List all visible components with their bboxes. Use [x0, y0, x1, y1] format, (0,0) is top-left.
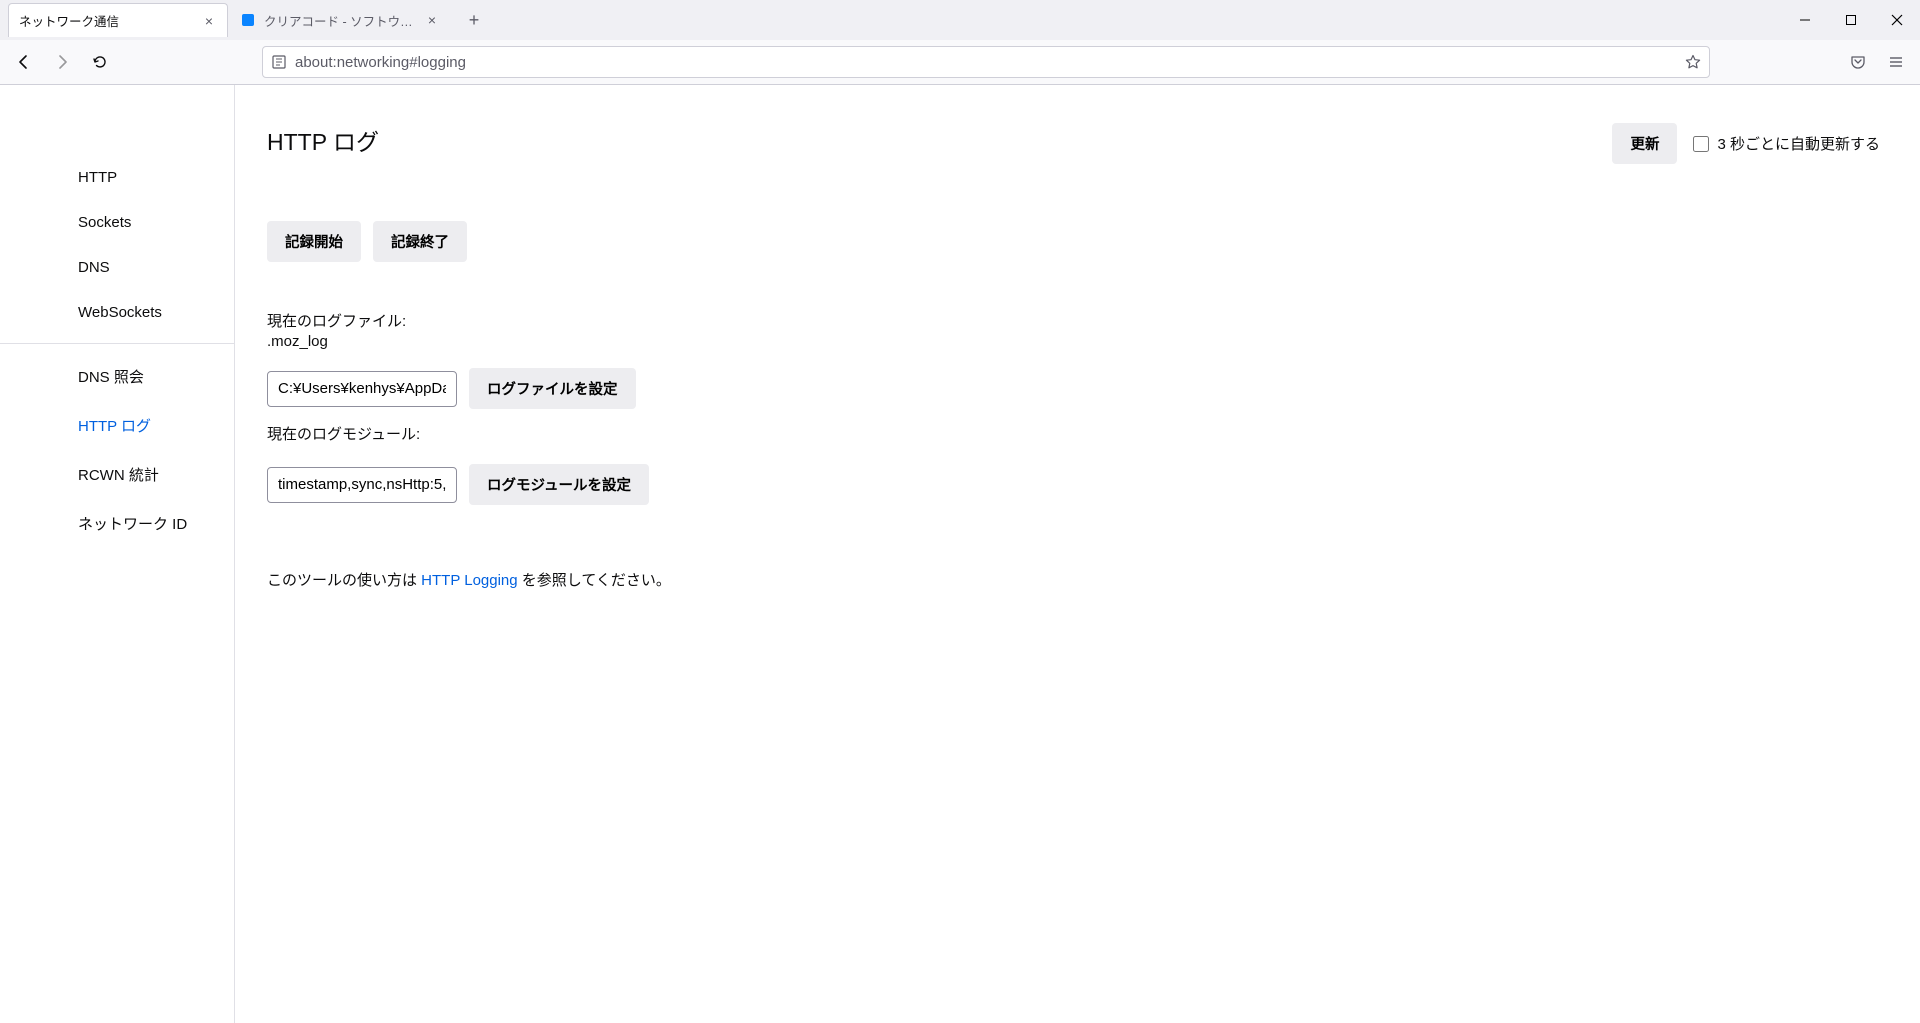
- http-logging-link[interactable]: HTTP Logging: [421, 572, 517, 589]
- sidebar-item-network-id[interactable]: ネットワーク ID: [0, 499, 234, 548]
- record-buttons: 記録開始 記録終了: [267, 221, 1880, 262]
- sidebar-item-http-log[interactable]: HTTP ログ: [0, 401, 234, 450]
- maximize-icon: [1845, 14, 1857, 26]
- forward-button[interactable]: [46, 46, 78, 78]
- sidebar-item-http[interactable]: HTTP: [0, 155, 234, 200]
- close-window-button[interactable]: [1874, 0, 1920, 40]
- log-modules-row: ログモジュールを設定: [267, 464, 1880, 505]
- hamburger-icon: [1888, 54, 1904, 70]
- auto-refresh-label: 3 秒ごとに自動更新する: [1717, 133, 1880, 154]
- tab-strip: ネットワーク通信 × クリアコード - ソフトウェアの開発・技 × +: [0, 0, 1920, 40]
- bookmark-star-icon[interactable]: [1685, 54, 1701, 70]
- sidebar-item-websockets[interactable]: WebSockets: [0, 290, 234, 335]
- current-log-file-label: 現在のログファイル:: [267, 310, 1880, 331]
- current-log-file-value: .moz_log: [267, 333, 1880, 350]
- sidebar-separator: [0, 343, 234, 344]
- reload-icon: [92, 54, 108, 70]
- new-tab-button[interactable]: +: [458, 4, 490, 36]
- current-log-modules-label: 現在のログモジュール:: [267, 423, 1880, 444]
- page-body: HTTP Sockets DNS WebSockets DNS 照会 HTTP …: [0, 85, 1920, 1023]
- close-icon[interactable]: ×: [424, 12, 440, 28]
- tab-title: クリアコード - ソフトウェアの開発・技: [264, 11, 416, 30]
- help-text-after: を参照してください。: [518, 572, 671, 589]
- back-button[interactable]: [8, 46, 40, 78]
- start-logging-button[interactable]: 記録開始: [267, 221, 361, 262]
- sidebar-group-1: HTTP Sockets DNS WebSockets: [0, 155, 234, 335]
- reload-button[interactable]: [84, 46, 116, 78]
- arrow-left-icon: [16, 54, 32, 70]
- help-text: このツールの使い方は HTTP Logging を参照してください。: [267, 569, 1880, 590]
- log-file-input[interactable]: [267, 371, 457, 407]
- browser-chrome: ネットワーク通信 × クリアコード - ソフトウェアの開発・技 × +: [0, 0, 1920, 85]
- maximize-button[interactable]: [1828, 0, 1874, 40]
- set-log-file-button[interactable]: ログファイルを設定: [469, 368, 636, 409]
- window-controls: [1782, 0, 1920, 40]
- tab-title: ネットワーク通信: [19, 11, 193, 30]
- tab-inactive[interactable]: クリアコード - ソフトウェアの開発・技 ×: [230, 3, 450, 37]
- main-content: HTTP ログ 更新 3 秒ごとに自動更新する 記録開始 記録終了 現在のログフ…: [235, 85, 1920, 1023]
- page-info-icon[interactable]: [271, 54, 287, 70]
- auto-refresh-checkbox[interactable]: [1693, 136, 1709, 152]
- arrow-right-icon: [54, 54, 70, 70]
- close-icon[interactable]: ×: [201, 13, 217, 29]
- pocket-button[interactable]: [1842, 46, 1874, 78]
- close-icon: [1891, 14, 1903, 26]
- help-text-before: このツールの使い方は: [267, 572, 421, 589]
- address-bar[interactable]: about:networking#logging: [262, 46, 1710, 78]
- log-modules-input[interactable]: [267, 467, 457, 503]
- auto-refresh-checkbox-wrap[interactable]: 3 秒ごとに自動更新する: [1693, 133, 1880, 154]
- pocket-icon: [1850, 54, 1866, 70]
- minimize-icon: [1799, 14, 1811, 26]
- tab-active[interactable]: ネットワーク通信 ×: [8, 3, 228, 37]
- set-log-modules-button[interactable]: ログモジュールを設定: [469, 464, 649, 505]
- stop-logging-button[interactable]: 記録終了: [373, 221, 467, 262]
- minimize-button[interactable]: [1782, 0, 1828, 40]
- top-actions: 更新 3 秒ごとに自動更新する: [1612, 123, 1880, 164]
- log-file-row: ログファイルを設定: [267, 368, 1880, 409]
- sidebar-item-sockets[interactable]: Sockets: [0, 200, 234, 245]
- sidebar-group-2: DNS 照会 HTTP ログ RCWN 統計 ネットワーク ID: [0, 352, 234, 548]
- menu-button[interactable]: [1880, 46, 1912, 78]
- favicon-icon: [240, 12, 256, 28]
- url-text: about:networking#logging: [295, 54, 1677, 71]
- sidebar-item-dns[interactable]: DNS: [0, 245, 234, 290]
- refresh-button[interactable]: 更新: [1612, 123, 1677, 164]
- toolbar: about:networking#logging: [0, 40, 1920, 84]
- sidebar-item-rcwn[interactable]: RCWN 統計: [0, 450, 234, 499]
- sidebar: HTTP Sockets DNS WebSockets DNS 照会 HTTP …: [0, 85, 235, 1023]
- toolbar-right: [1842, 46, 1912, 78]
- sidebar-item-dns-lookup[interactable]: DNS 照会: [0, 352, 234, 401]
